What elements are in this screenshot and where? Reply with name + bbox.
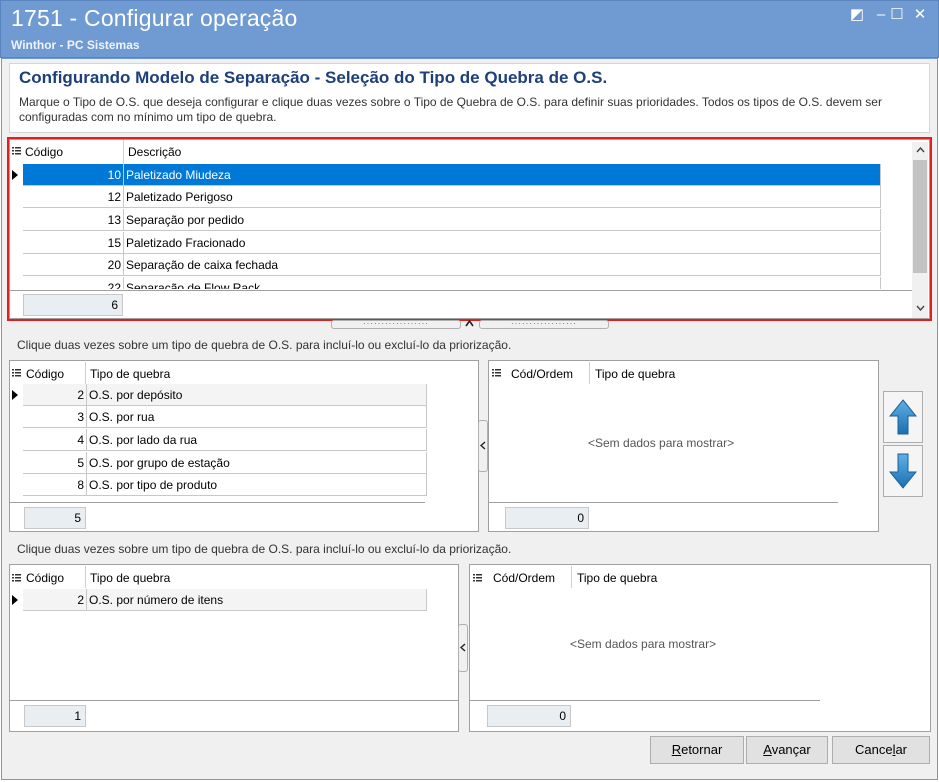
close-icon[interactable]: ✕ [910, 6, 930, 24]
column-header-tipo-quebra[interactable]: Tipo de quebra [90, 571, 170, 585]
chevron-left-icon[interactable] [480, 441, 486, 450]
next-button[interactable]: Avançar [746, 736, 828, 764]
move-up-button[interactable] [883, 391, 923, 443]
row-count: 0 [505, 507, 589, 529]
column-header-codigo[interactable]: Código [26, 571, 64, 585]
table-row[interactable]: 2 O.S. por depósito [10, 384, 428, 406]
column-divider [589, 362, 590, 384]
column-header-tipo-quebra[interactable]: Tipo de quebra [577, 571, 657, 585]
footer-divider [10, 700, 459, 701]
row-count: 5 [24, 507, 86, 529]
column-header-tipo-quebra[interactable]: Tipo de quebra [595, 367, 675, 381]
column-chooser-icon[interactable] [12, 368, 22, 378]
empty-state: <Sem dados para mostrar> [570, 637, 717, 651]
back-button[interactable]: Retornar [650, 736, 744, 764]
table-row[interactable]: 8 O.S. por tipo de produto [10, 474, 428, 496]
page-title: Configurando Modelo de Separação - Seleç… [19, 68, 608, 87]
footer-divider [470, 700, 820, 701]
column-divider [571, 566, 572, 588]
triangle-right-icon [12, 595, 18, 605]
table-row[interactable]: 5 O.S. por grupo de estação [10, 452, 428, 474]
row-count: 0 [487, 705, 571, 727]
table-row[interactable]: 4 O.S. por lado da rua [10, 429, 428, 451]
column-header-codigo[interactable]: Código [26, 367, 64, 381]
column-divider [85, 566, 86, 588]
section-caption: Clique duas vezes sobre um tipo de quebr… [17, 542, 512, 556]
splitter-handle[interactable]: ·················· [331, 320, 461, 329]
column-header-cod-ordem[interactable]: Cód/Ordem [493, 571, 555, 585]
splitter-handle[interactable]: ·················· [479, 320, 609, 329]
triangle-right-icon [12, 390, 18, 400]
page-description: Marque o Tipo de O.S. que deseja configu… [19, 95, 882, 124]
footer-divider [489, 502, 838, 503]
row-count: 1 [24, 705, 86, 727]
section-caption: Clique duas vezes sobre um tipo de quebr… [17, 338, 512, 352]
chevron-left-icon[interactable] [460, 643, 466, 652]
window-subtitle: Winthor - PC Sistemas [11, 38, 140, 52]
collapse-up-icon[interactable] [465, 320, 474, 327]
maximize-icon[interactable]: ☐ [887, 6, 907, 24]
cancel-button[interactable]: Cancelar [832, 736, 930, 764]
window-title: 1751 - Configurar operação [11, 5, 298, 31]
column-chooser-icon[interactable] [473, 573, 483, 583]
column-chooser-icon[interactable] [12, 573, 22, 583]
arrow-up-icon [889, 399, 917, 435]
footer-divider [10, 502, 425, 503]
column-chooser-icon[interactable] [492, 368, 502, 378]
table-row[interactable]: 3 O.S. por rua [10, 406, 428, 428]
column-header-cod-ordem[interactable]: Cód/Ordem [511, 367, 573, 381]
column-divider [85, 362, 86, 384]
empty-state: <Sem dados para mostrar> [588, 436, 735, 450]
restore-icon[interactable]: ◩ [847, 6, 867, 24]
highlight-frame [7, 137, 932, 321]
move-down-button[interactable] [883, 445, 923, 497]
table-row[interactable]: 2 O.S. por número de itens [10, 589, 428, 611]
arrow-down-icon [889, 453, 917, 489]
available-breaks-body: 2 O.S. por depósito 3 O.S. por rua 4 O.S… [10, 384, 428, 497]
column-header-tipo-quebra[interactable]: Tipo de quebra [90, 367, 170, 381]
